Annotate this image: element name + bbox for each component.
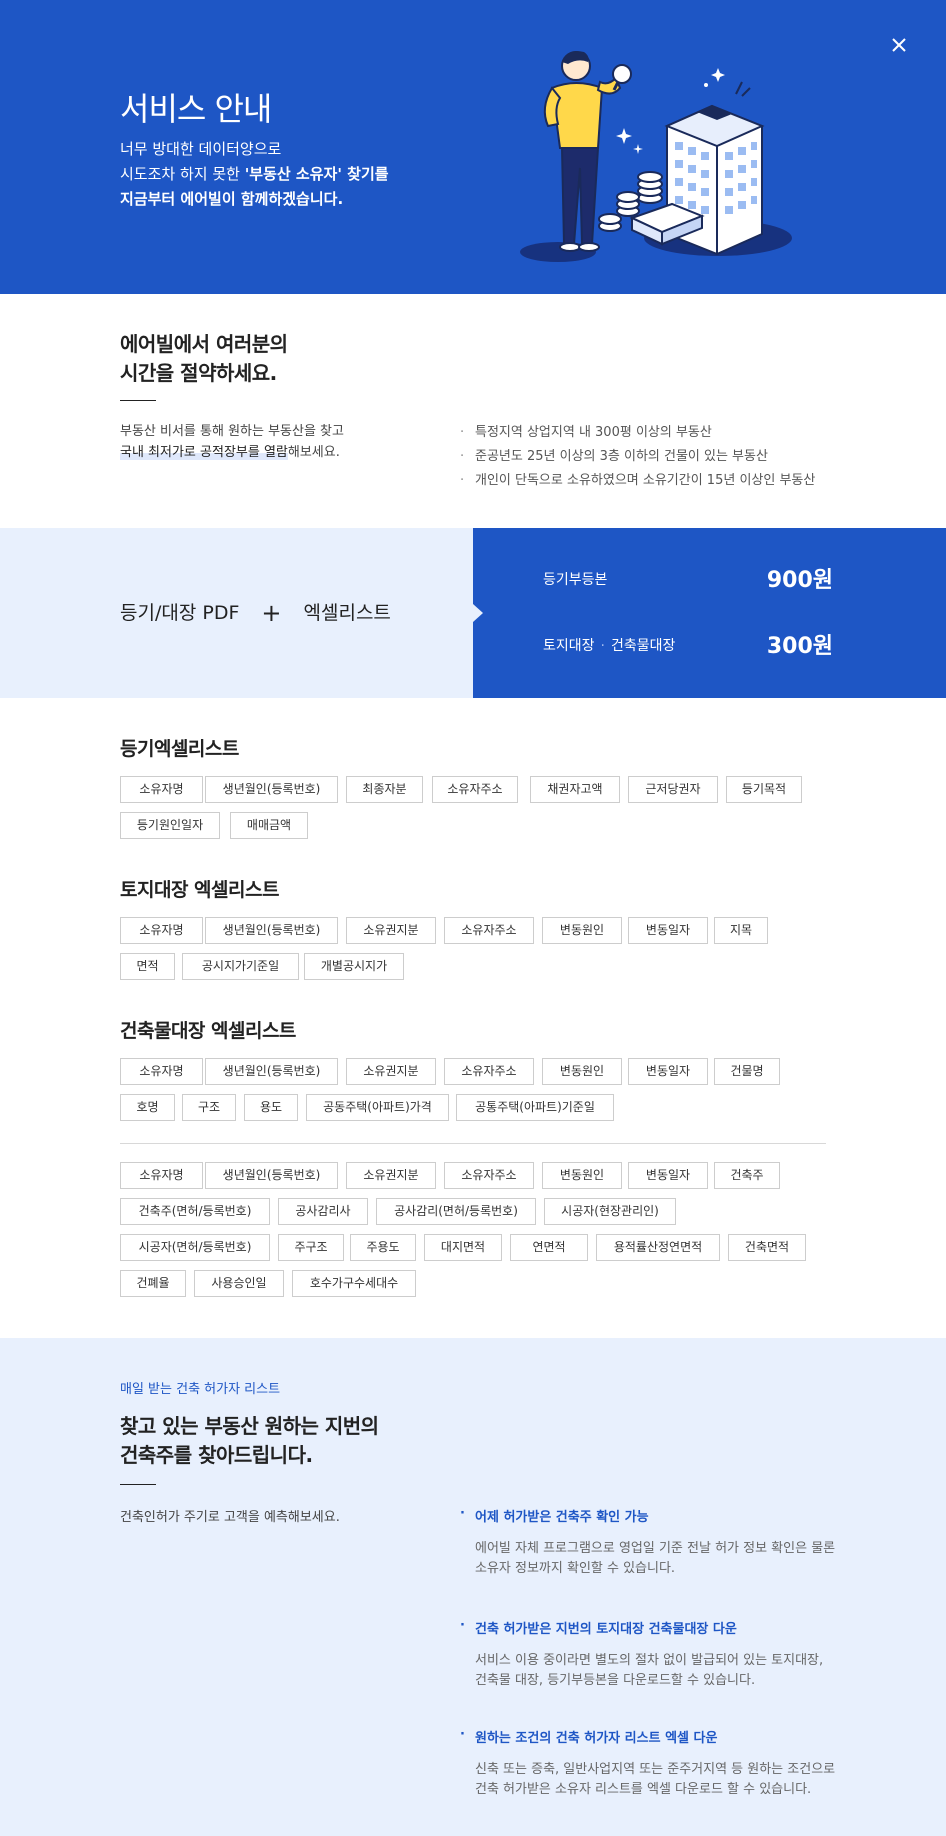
field-tag[interactable]: 소유권지분 — [346, 1058, 436, 1085]
field-tag[interactable]: 소유자명 — [120, 776, 203, 803]
field-tag[interactable]: 근저당권자 — [628, 776, 718, 803]
field-tag[interactable]: 구조 — [182, 1094, 236, 1121]
field-tag[interactable]: 소유자명 — [120, 1058, 203, 1085]
hero-description: 너무 방대한 데이터양으로 시도조차 하지 못한 '부동산 소유자' 찾기를 지… — [120, 140, 389, 208]
field-tag[interactable]: 최종자분 — [346, 776, 423, 803]
feature-item: 어제 허가받은 건축주 확인 가능 에어빌 자체 프로그램으로 영업일 기준 전… — [460, 1506, 860, 1579]
feature-body: 신축 또는 증축, 일반사업지역 또는 준주거지역 등 원하는 조건으로 건축 … — [475, 1762, 836, 1797]
field-tag[interactable]: 생년월인(등록번호) — [205, 1162, 338, 1189]
permit-section: 매일 받는 건축 허가자 리스트 찾고 있는 부동산 원하는 지번의 건축주를 … — [0, 1338, 946, 1836]
field-tag[interactable]: 건축주 — [714, 1162, 780, 1189]
field-tag[interactable]: 주구조 — [278, 1234, 344, 1261]
field-tag[interactable]: 용도 — [244, 1094, 298, 1121]
field-tag[interactable]: 면적 — [120, 953, 175, 980]
feature-body: 서비스 이용 중이라면 별도의 절차 없이 발급되어 있는 토지대장, 건축물 … — [475, 1653, 824, 1688]
field-tag[interactable]: 개별공시지가 — [304, 953, 404, 980]
field-tag[interactable]: 변동원인 — [542, 1162, 622, 1189]
list-item: 준공년도 25년 이상의 3층 이하의 건물이 있는 부동산 — [460, 445, 815, 469]
building-list-title: 건축물대장 엑셀리스트 — [120, 1020, 296, 1042]
field-tag[interactable]: 건축주(면허/등록번호) — [120, 1198, 270, 1225]
field-tag[interactable]: 변동원인 — [542, 917, 622, 944]
title-rule — [120, 400, 156, 401]
field-tag[interactable]: 생년월인(등록번호) — [205, 917, 338, 944]
field-tag[interactable]: 변동일자 — [628, 1058, 708, 1085]
page-title: 서비스 안내 — [120, 90, 272, 128]
field-tag[interactable]: 공통주택(아파트)기준일 — [456, 1094, 614, 1121]
field-tag[interactable]: 변동원인 — [542, 1058, 622, 1085]
field-tag[interactable]: 변동일자 — [628, 917, 708, 944]
field-tag[interactable]: 공사감리사 — [278, 1198, 368, 1225]
field-tag[interactable]: 매매금액 — [230, 812, 308, 839]
field-tag[interactable]: 대지면적 — [424, 1234, 502, 1261]
feature-heading: 어제 허가받은 건축주 확인 가능 — [460, 1506, 860, 1525]
feature-heading: 건축 허가받은 지번의 토지대장 건축물대장 다운 — [460, 1618, 860, 1637]
price-row: 등기부등본 900원 — [543, 562, 833, 593]
price-value: 300원 — [766, 634, 833, 659]
field-tag[interactable]: 생년월인(등록번호) — [205, 776, 338, 803]
price-name: 등기부등본 — [543, 572, 608, 588]
field-tag[interactable]: 등기목적 — [726, 776, 802, 803]
field-tag[interactable]: 소유자주소 — [444, 1162, 534, 1189]
price-value: 900원 — [766, 568, 833, 593]
field-tag[interactable]: 건폐율 — [120, 1270, 186, 1297]
section-eyebrow: 매일 받는 건축 허가자 리스트 — [120, 1382, 281, 1397]
field-tag[interactable]: 공사감리(면허/등록번호) — [376, 1198, 536, 1225]
field-tag[interactable]: 공동주택(아파트)가격 — [306, 1094, 449, 1121]
field-tag[interactable]: 채권자고액 — [530, 776, 620, 803]
field-tag[interactable]: 시공자(면허/등록번호) — [120, 1234, 270, 1261]
save-time-section: 에어빌에서 여러분의 시간을 절약하세요. 부동산 비서를 통해 원하는 부동산… — [0, 294, 946, 528]
field-tag[interactable]: 소유자명 — [120, 1162, 203, 1189]
land-list-title: 토지대장 엑셀리스트 — [120, 879, 279, 901]
field-tag[interactable]: 연면적 — [510, 1234, 588, 1261]
registry-list-title: 등기엑셀리스트 — [120, 738, 239, 760]
field-tag[interactable]: 공시지가기준일 — [182, 953, 299, 980]
field-tag[interactable]: 호명 — [120, 1094, 175, 1121]
price-name: 토지대장 · 건축물대장 — [543, 638, 676, 654]
field-tag[interactable]: 호수가구수세대수 — [292, 1270, 416, 1297]
feature-item: 건축 허가받은 지번의 토지대장 건축물대장 다운 서비스 이용 중이라면 별도… — [460, 1618, 860, 1691]
title-rule — [120, 1484, 156, 1485]
feature-item: 원하는 조건의 건축 허가자 리스트 엑셀 다운 신축 또는 증축, 일반사업지… — [460, 1727, 860, 1800]
list-item: 특정지역 상업지역 내 300평 이상의 부동산 — [460, 421, 815, 445]
person-building-illustration — [520, 51, 792, 262]
field-tag[interactable]: 건축면적 — [728, 1234, 806, 1261]
price-band: 등기/대장 PDF + 엑셀리스트 등기부등본 900원 토지대장 · 건축물대장 30… — [0, 528, 946, 698]
hero-banner: 서비스 안내 너무 방대한 데이터양으로 시도조차 하지 못한 '부동산 소유자… — [0, 0, 946, 294]
field-tag[interactable]: 등기원인일자 — [120, 812, 220, 839]
example-list: 특정지역 상업지역 내 300평 이상의 부동산 준공년도 25년 이상의 3층… — [460, 421, 815, 493]
feature-heading: 원하는 조건의 건축 허가자 리스트 엑셀 다운 — [460, 1727, 860, 1746]
field-tag[interactable]: 소유자주소 — [444, 917, 534, 944]
section-title: 찾고 있는 부동산 원하는 지번의 건축주를 찾아드립니다. — [120, 1414, 379, 1467]
section-title: 에어빌에서 여러분의 시간을 절약하세요. — [120, 332, 288, 385]
field-tag[interactable]: 소유자명 — [120, 917, 203, 944]
price-row: 토지대장 · 건축물대장 300원 — [543, 628, 833, 659]
field-tag[interactable]: 소유권지분 — [346, 917, 436, 944]
field-tag[interactable]: 생년월인(등록번호) — [205, 1058, 338, 1085]
divider — [120, 1143, 826, 1144]
close-icon — [892, 38, 906, 52]
field-tag[interactable]: 변동일자 — [628, 1162, 708, 1189]
product-bundle: 등기/대장 PDF + 엑셀리스트 — [120, 599, 391, 627]
field-tag[interactable]: 소유자주소 — [432, 776, 518, 803]
section-description: 건축인허가 주기로 고객을 예측해보세요. — [120, 1510, 340, 1525]
plus-icon: + — [261, 599, 282, 627]
price-box: 등기부등본 900원 토지대장 · 건축물대장 300원 — [473, 528, 946, 698]
field-tag[interactable]: 지목 — [714, 917, 768, 944]
field-tag[interactable]: 소유권지분 — [346, 1162, 436, 1189]
feature-body: 에어빌 자체 프로그램으로 영업일 기준 전날 허가 정보 확인은 물론 소유자… — [475, 1541, 836, 1576]
field-tag[interactable]: 사용승인일 — [194, 1270, 284, 1297]
field-tag[interactable]: 주용도 — [350, 1234, 416, 1261]
field-tag[interactable]: 건물명 — [714, 1058, 780, 1085]
list-item: 개인이 단독으로 소유하였으며 소유기간이 15년 이상인 부동산 — [460, 469, 815, 493]
field-tag[interactable]: 용적률산정연면적 — [596, 1234, 720, 1261]
close-button[interactable] — [886, 32, 912, 58]
section-description: 부동산 비서를 통해 원하는 부동산을 찾고 국내 최저가로 공적장부를 열람해… — [120, 424, 344, 460]
field-tag[interactable]: 소유자주소 — [444, 1058, 534, 1085]
field-tag[interactable]: 시공자(현장관리인) — [544, 1198, 676, 1225]
